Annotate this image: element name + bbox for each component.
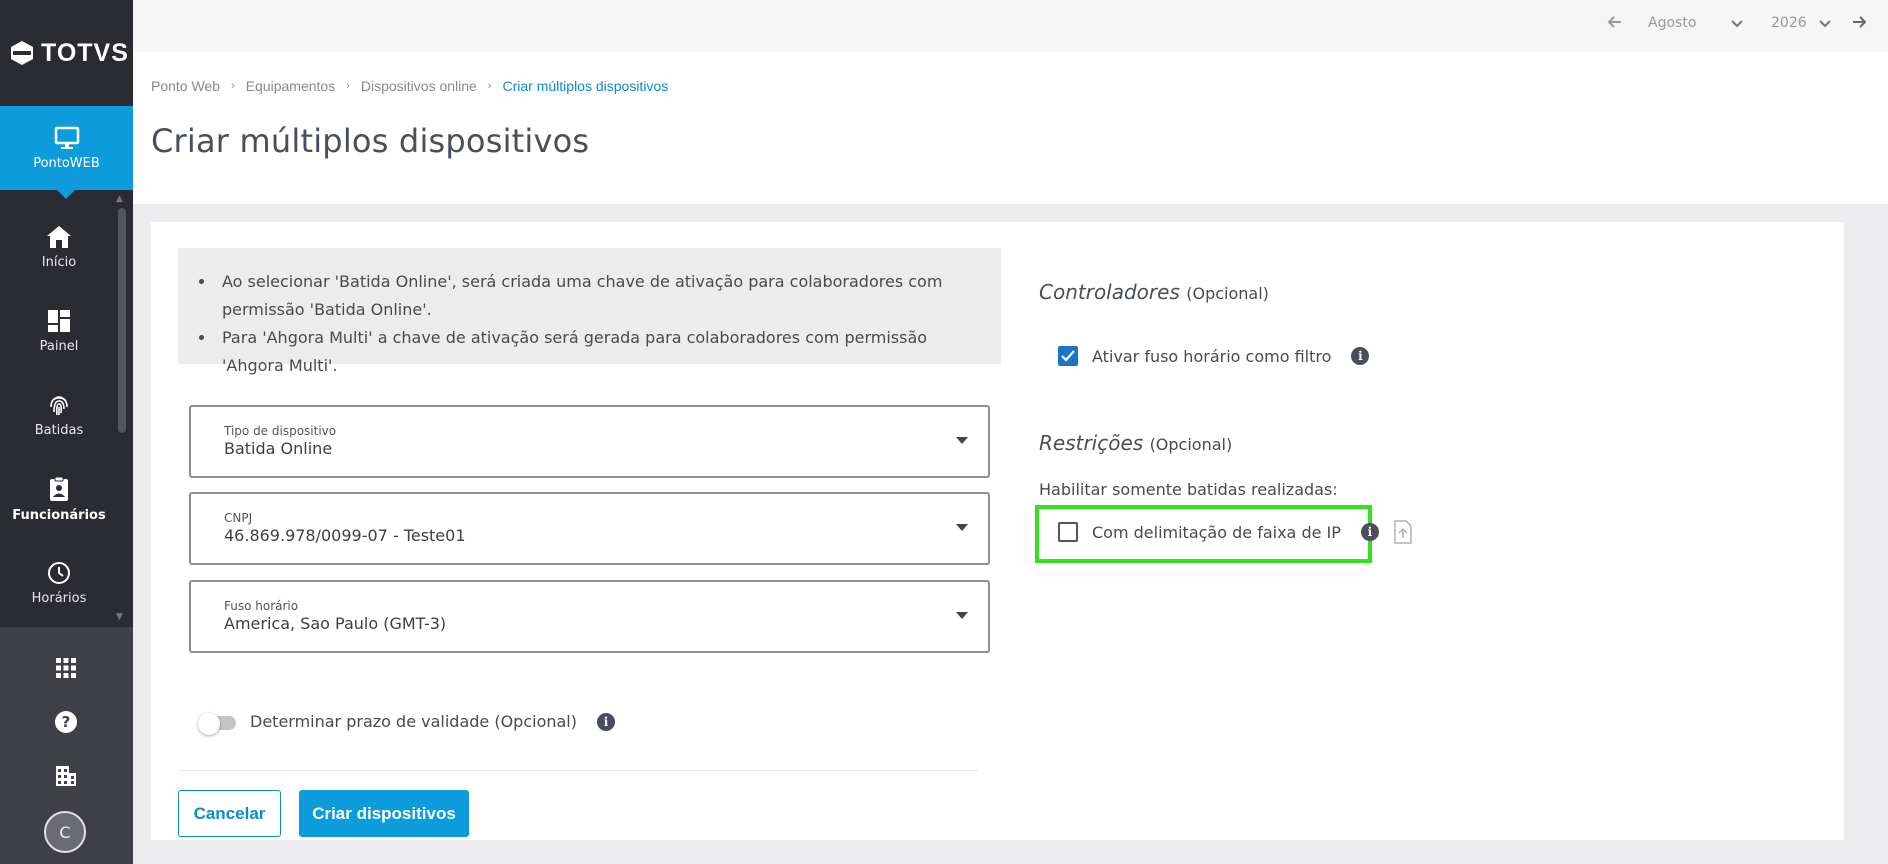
help-icon[interactable]: ? [52, 708, 80, 736]
timezone-filter-checkbox[interactable] [1058, 346, 1078, 366]
monitor-icon [54, 126, 79, 149]
info-icon[interactable]: i [1360, 523, 1379, 541]
sidebar-item-inicio[interactable]: Início [0, 205, 118, 289]
field-label: Fuso horário [224, 599, 299, 613]
cnpj-select[interactable]: CNPJ 46.869.978/0099-07 - Teste01 [189, 492, 990, 565]
file-upload-icon[interactable] [1393, 520, 1413, 544]
scroll-up-icon[interactable]: ▲ [116, 194, 123, 204]
sidebar-scrollbar[interactable] [118, 208, 126, 433]
info-line: Ao selecionar 'Batida Online', será cria… [216, 268, 981, 324]
chevron-right-icon: › [346, 80, 350, 92]
sidebar: TOTVS PontoWEB ▲ ▼ Início Painel Batidas… [0, 0, 133, 864]
svg-text:?: ? [62, 713, 71, 731]
checkmark-icon [1061, 350, 1075, 362]
module-label: PontoWEB [33, 155, 100, 171]
dropdown-arrow-icon [956, 437, 968, 444]
sidebar-item-label: Horários [31, 590, 87, 606]
timezone-filter-row: Ativar fuso horário como filtro i [1058, 346, 1370, 366]
apps-grid-icon[interactable] [52, 654, 80, 682]
totvs-logo-icon [11, 41, 33, 65]
validity-toggle-row: Determinar prazo de validade (Opcional) … [198, 712, 615, 735]
breadcrumb: Ponto Web › Equipamentos › Dispositivos … [151, 78, 668, 94]
field-label: CNPJ [224, 511, 253, 525]
toggle-label: Determinar prazo de validade (Opcional) [250, 712, 577, 731]
active-indicator [56, 189, 76, 199]
toggle-knob [198, 712, 220, 735]
field-value: Batida Online [224, 439, 333, 458]
page-header: Ponto Web › Equipamentos › Dispositivos … [133, 52, 1888, 204]
breadcrumb-equipamentos[interactable]: Equipamentos [246, 78, 336, 94]
ip-range-row: Com delimitação de faixa de IP i [1058, 520, 1413, 544]
ip-range-checkbox[interactable] [1058, 522, 1078, 542]
cancel-button[interactable]: Cancelar [178, 790, 281, 837]
field-value: America, Sao Paulo (GMT-3) [224, 614, 447, 633]
checkbox-label: Ativar fuso horário como filtro [1092, 346, 1332, 366]
brand-name: TOTVS [41, 38, 129, 67]
section-title-text: Restrições [1039, 431, 1144, 455]
chevron-right-icon: › [231, 80, 235, 92]
building-icon[interactable] [52, 762, 80, 790]
sidebar-item-batidas[interactable]: Batidas [0, 373, 118, 457]
divider [178, 770, 978, 771]
info-icon[interactable]: i [1351, 347, 1370, 365]
next-month-arrow-icon[interactable] [1851, 14, 1867, 34]
dropdown-arrow-icon [956, 524, 968, 531]
home-icon [47, 225, 71, 248]
totvs-logo[interactable]: TOTVS [0, 0, 133, 106]
restricoes-sub-label: Habilitar somente batidas realizadas: [1039, 480, 1338, 499]
topbar: Agosto 2026 [133, 0, 1888, 52]
month-select[interactable]: Agosto [1648, 15, 1696, 31]
optional-tag: (Opcional) [1186, 284, 1269, 303]
validity-toggle[interactable] [198, 712, 238, 735]
field-label: Tipo de dispositivo [224, 424, 337, 438]
checkbox-label: Com delimitação de faixa de IP [1092, 522, 1341, 542]
form-card: Ao selecionar 'Batida Online', será cria… [151, 222, 1844, 840]
device-type-select[interactable]: Tipo de dispositivo Batida Online [189, 405, 990, 478]
fingerprint-icon [50, 395, 68, 415]
chevron-down-icon[interactable] [1730, 16, 1744, 35]
year-select[interactable]: 2026 [1771, 15, 1807, 31]
controladores-title: Controladores (Opcional) [1039, 280, 1269, 304]
section-title-text: Controladores [1039, 280, 1180, 304]
create-devices-button[interactable]: Criar dispositivos [299, 790, 469, 837]
field-value: 46.869.978/0099-07 - Teste01 [224, 526, 466, 545]
chevron-right-icon: › [487, 80, 492, 92]
info-box: Ao selecionar 'Batida Online', será cria… [178, 248, 1001, 375]
breadcrumb-dispositivos-online[interactable]: Dispositivos online [361, 78, 477, 94]
info-icon[interactable]: i [596, 712, 615, 731]
timezone-select[interactable]: Fuso horário America, Sao Paulo (GMT-3) [189, 580, 990, 653]
restricoes-title: Restrições (Opcional) [1039, 431, 1232, 455]
dropdown-arrow-icon [956, 612, 968, 619]
sidebar-item-label: Funcionários [12, 507, 106, 523]
page-title: Criar múltiplos dispositivos [151, 122, 590, 160]
sidebar-item-label: Início [41, 254, 77, 270]
optional-tag: (Opcional) [1149, 435, 1233, 454]
dashboard-icon [48, 309, 70, 332]
previous-month-arrow-icon[interactable] [1607, 14, 1623, 34]
sidebar-item-label: Batidas [34, 422, 84, 438]
sidebar-item-painel[interactable]: Painel [0, 289, 118, 373]
sidebar-item-funcionarios[interactable]: Funcionários [0, 457, 118, 541]
sidebar-nav: Início Painel Batidas Funcionários Horár… [0, 205, 118, 625]
clock-icon [48, 561, 70, 584]
breadcrumb-current: Criar múltiplos dispositivos [502, 78, 669, 94]
sidebar-item-horarios[interactable]: Horários [0, 541, 118, 625]
module-pontoweb[interactable]: PontoWEB [0, 106, 133, 199]
info-line: Para 'Ahgora Multi' a chave de ativação … [216, 324, 981, 380]
sidebar-item-label: Painel [39, 338, 79, 354]
breadcrumb-ponto-web[interactable]: Ponto Web [151, 78, 220, 94]
chevron-down-icon[interactable] [1818, 16, 1832, 35]
badge-icon [50, 476, 68, 501]
avatar[interactable]: C [44, 811, 86, 853]
